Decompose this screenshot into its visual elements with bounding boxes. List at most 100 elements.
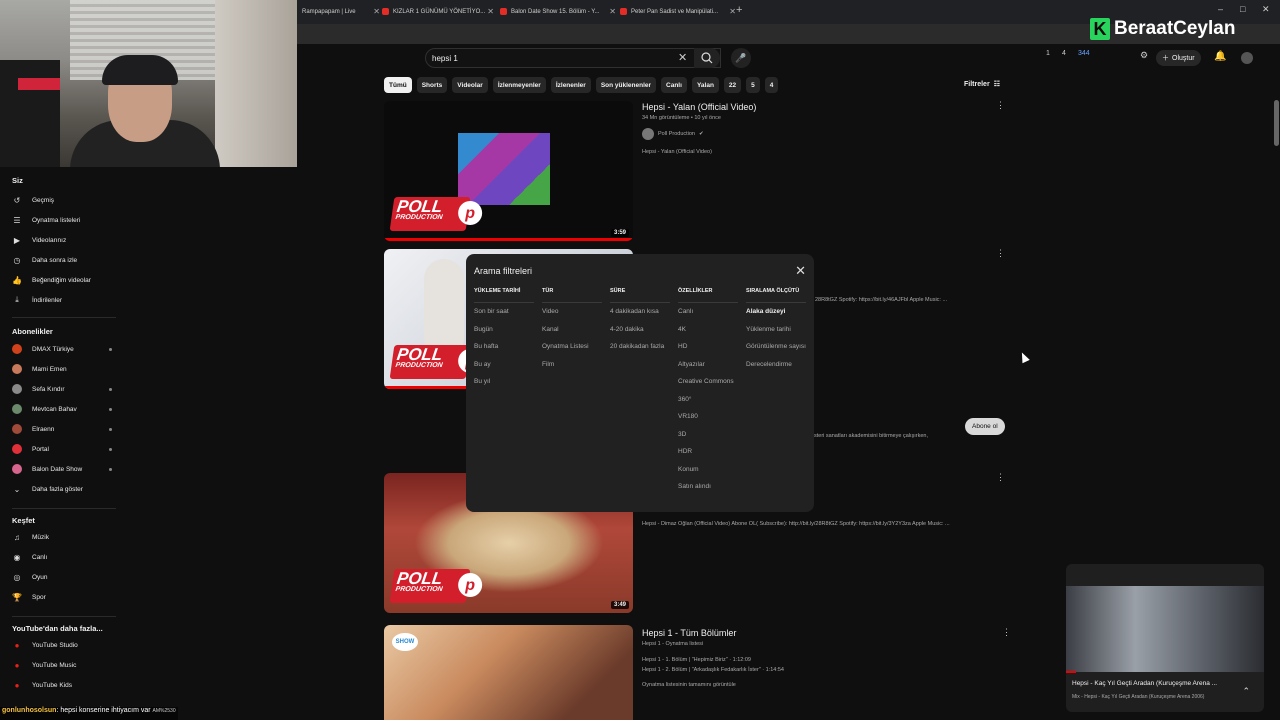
sidebar-section-title[interactable]: Siz [12,176,23,185]
filter-option[interactable]: Bu yıl [474,373,534,391]
chip-2[interactable]: Videolar [452,77,488,93]
filter-option[interactable]: 4K [678,321,738,339]
filter-option[interactable]: Bu hafta [474,338,534,356]
filter-option[interactable]: 3D [678,426,738,444]
chip-4[interactable]: İzlenenler [550,77,591,93]
create-button[interactable]: ＋ Oluştur [1156,50,1201,66]
close-icon[interactable]: ✕ [795,263,806,279]
browser-tab[interactable]: Balon Date Show 15. Bölüm - Y... ✕ [496,3,620,20]
sidebar-item[interactable]: ◎ Oyun [12,569,112,585]
filter-option[interactable]: Konum [678,461,738,479]
chip-0[interactable]: Tümü [384,77,412,93]
playlist-title[interactable]: Hepsi 1 - Tüm Bölümler [642,628,736,638]
more-actions-icon[interactable]: ⋮ [996,100,1005,111]
subscribe-button[interactable]: Abone ol [965,418,1005,435]
sidebar-section-title[interactable]: Abonelikler [12,327,53,336]
new-tab-button[interactable]: + [736,4,742,16]
filter-option[interactable]: 4-20 dakika [610,321,670,339]
mini-player[interactable]: Hepsi - Kaç Yıl Geçti Aradan (Kuruçeşme … [1066,564,1264,712]
filter-option[interactable]: Yüklenme tarihi [746,321,806,339]
filter-option[interactable]: 20 dakikadan fazla [610,338,670,356]
playlist-episode[interactable]: Hepsi 1 - 1. Bölüm | "Hepimiz Biriz" · 1… [642,657,751,663]
sidebar-item[interactable]: Mevtcan Bahav [12,401,112,417]
filter-option[interactable]: HDR [678,443,738,461]
filter-option[interactable]: Film [542,356,602,374]
sidebar-item[interactable]: ◷ Daha sonra izle [12,252,112,268]
avatar[interactable] [1241,52,1253,64]
browser-tab[interactable]: KIZLAR 1 GÜNÜMÜ YÖNETİYO... ✕ [378,3,498,20]
sidebar-item[interactable]: 🏆 Spor [12,589,112,605]
chip-1[interactable]: Shorts [416,77,448,93]
sidebar-item[interactable]: Portal [12,441,112,457]
filter-option[interactable]: VR180 [678,408,738,426]
more-actions-icon[interactable]: ⋮ [996,248,1005,259]
playlist-episode[interactable]: Hepsi 1 - 2. Bölüm | "Arkadaşlık Fedakar… [642,667,784,673]
filter-option[interactable]: 4 dakikadan kısa [610,303,670,321]
video-thumbnail[interactable]: POLL PRODUCTION p 3:59 [384,101,633,241]
sidebar-item[interactable]: Mami Emen [12,361,112,377]
page-scrollbar[interactable] [1274,100,1279,146]
chip-8[interactable]: 22 [723,77,742,93]
filters-button[interactable]: Filtreler ☷ [964,80,1000,89]
filter-option[interactable]: Canlı [678,303,738,321]
playlist-thumbnail[interactable]: SHOW [384,625,633,720]
filter-option[interactable]: Satın alındı [678,478,738,496]
filter-option[interactable]: 360° [678,391,738,409]
filter-option[interactable]: Oynatma Listesi [542,338,602,356]
chip-5[interactable]: Son yüklenenler [595,77,657,93]
chip-3[interactable]: İzlenmeyenler [492,77,546,93]
filter-option[interactable]: Video [542,303,602,321]
more-actions-icon[interactable]: ⋮ [996,472,1005,483]
chip-7[interactable]: Yalan [691,77,719,93]
sidebar-item[interactable]: ♫ Müzik [12,529,112,545]
chevron-up-icon[interactable]: ⌃ [1242,686,1250,697]
video-title[interactable]: Hepsi - Yalan (Official Video) [642,102,756,112]
filter-option[interactable]: Bu ay [474,356,534,374]
chip-10[interactable]: 4 [764,77,779,93]
more-actions-icon[interactable]: ⋮ [1002,627,1011,638]
microphone-button[interactable]: 🎤 [731,48,751,68]
filter-option[interactable]: Alaka düzeyi [746,303,806,321]
mini-player-video[interactable] [1066,586,1264,672]
browser-tab[interactable]: Rampapapam | Live ✕ [298,3,384,20]
maximize-button[interactable]: □ [1240,4,1245,14]
extension-icon[interactable]: ⚙ [1140,50,1148,61]
channel-row[interactable]: Poll Production ✔ [642,128,704,140]
filter-option[interactable]: Creative Commons [678,373,738,391]
filter-option[interactable]: Son bir saat [474,303,534,321]
filter-option[interactable]: Bugün [474,321,534,339]
close-icon[interactable]: ✕ [729,7,736,16]
sidebar-item[interactable]: ☰ Oynatma listeleri [12,212,112,228]
sidebar-item[interactable]: 👍 Beğendiğim videolar [12,272,112,288]
sidebar-section-title[interactable]: Keşfet [12,516,35,525]
close-icon[interactable]: ✕ [487,7,494,16]
sidebar-item[interactable]: Sefa Kındır [12,381,112,397]
minimize-button[interactable]: – [1218,4,1223,14]
filter-option[interactable]: Görüntülenme sayısı [746,338,806,356]
filter-option[interactable]: Derecelendirme [746,356,806,374]
close-icon[interactable]: ✕ [609,7,616,16]
sidebar-item[interactable]: ▶ Videolarınız [12,232,112,248]
close-window-button[interactable]: ✕ [1262,4,1270,15]
search-button[interactable] [694,48,720,68]
chip-9[interactable]: 5 [746,77,760,93]
filter-option[interactable]: HD [678,338,738,356]
browser-tab[interactable]: Peter Pan Sadist ve Manipülati... ✕ [616,3,740,20]
sidebar-item[interactable]: DMAX Türkiye [12,341,112,357]
sidebar-item[interactable]: ● YouTube Music [12,657,112,673]
sidebar-item[interactable]: ↺ Geçmiş [12,192,112,208]
filter-option[interactable]: Altyazılar [678,356,738,374]
sidebar-item[interactable]: ● YouTube Studio [12,637,112,653]
sidebar-item[interactable]: ⤓ İndirilenler [12,292,112,308]
sidebar-item[interactable]: Elraenn [12,421,112,437]
sidebar-item[interactable]: ◉ Canlı [12,549,112,565]
sidebar-item[interactable]: ⌄ Daha fazla göster [12,481,112,497]
view-full-playlist-link[interactable]: Oynatma listesinin tamamını görüntüle [642,682,736,688]
search-input[interactable]: hepsi 1 [425,48,721,68]
sidebar-item[interactable]: ● YouTube Kids [12,677,112,693]
clear-search-icon[interactable]: ✕ [678,51,687,64]
filter-option[interactable]: Kanal [542,321,602,339]
sidebar-section-title[interactable]: YouTube'dan daha fazla... [12,624,103,633]
chip-6[interactable]: Canlı [661,77,687,93]
notifications-bell-icon[interactable]: 🔔 [1214,51,1226,62]
